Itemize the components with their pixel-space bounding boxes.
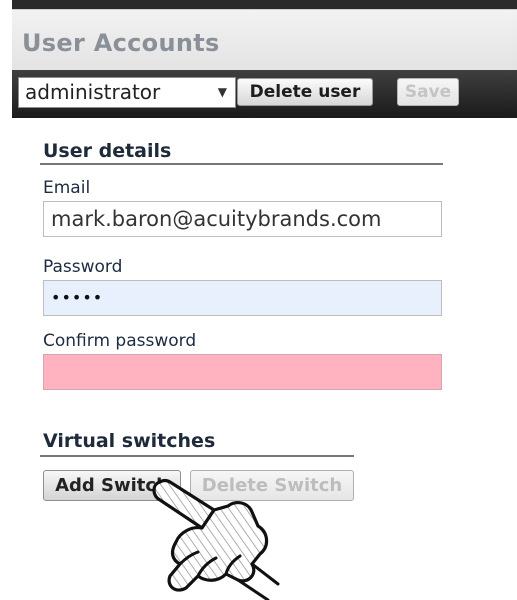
user-select-value: administrator [25,80,161,104]
pointing-hand-icon [152,478,280,600]
virtual-switches-divider [40,455,354,457]
chevron-down-icon: ▼ [217,85,227,99]
email-field[interactable]: mark.baron@acuitybrands.com [43,201,442,237]
user-select-dropdown[interactable]: administrator ▼ [18,77,236,108]
email-label: Email [43,178,91,198]
user-details-divider [40,163,443,165]
confirm-password-field[interactable] [43,354,442,390]
top-border [12,0,517,9]
password-field[interactable]: ••••• [43,280,442,316]
title-bar: User Accounts [12,9,517,70]
toolbar: administrator ▼ Delete user Save [12,70,517,118]
page-title: User Accounts [22,29,220,57]
save-button[interactable]: Save [397,78,459,106]
confirm-password-label: Confirm password [43,331,197,351]
password-label: Password [43,257,123,277]
virtual-switches-heading: Virtual switches [43,430,216,452]
delete-user-button[interactable]: Delete user [237,78,373,106]
user-details-heading: User details [43,140,172,162]
